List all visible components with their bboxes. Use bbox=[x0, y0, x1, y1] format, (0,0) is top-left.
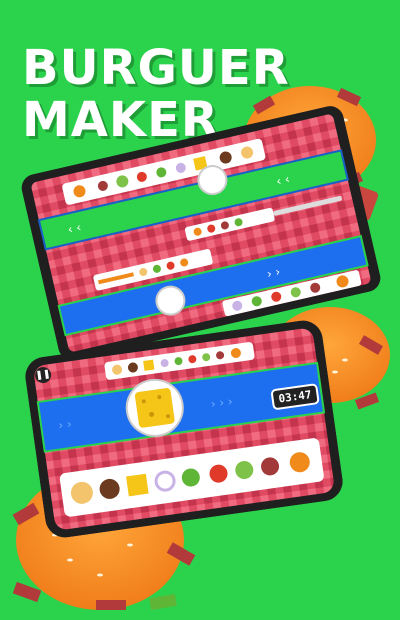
cheese-slice bbox=[134, 388, 175, 428]
svg-text:› ›: › › bbox=[265, 264, 281, 281]
pause-icon: ❚❚ bbox=[34, 369, 52, 382]
svg-text:‹ ‹: ‹ ‹ bbox=[275, 172, 291, 189]
svg-text:› ›: › › bbox=[57, 417, 72, 433]
svg-text:‹ ‹: ‹ ‹ bbox=[66, 220, 82, 237]
